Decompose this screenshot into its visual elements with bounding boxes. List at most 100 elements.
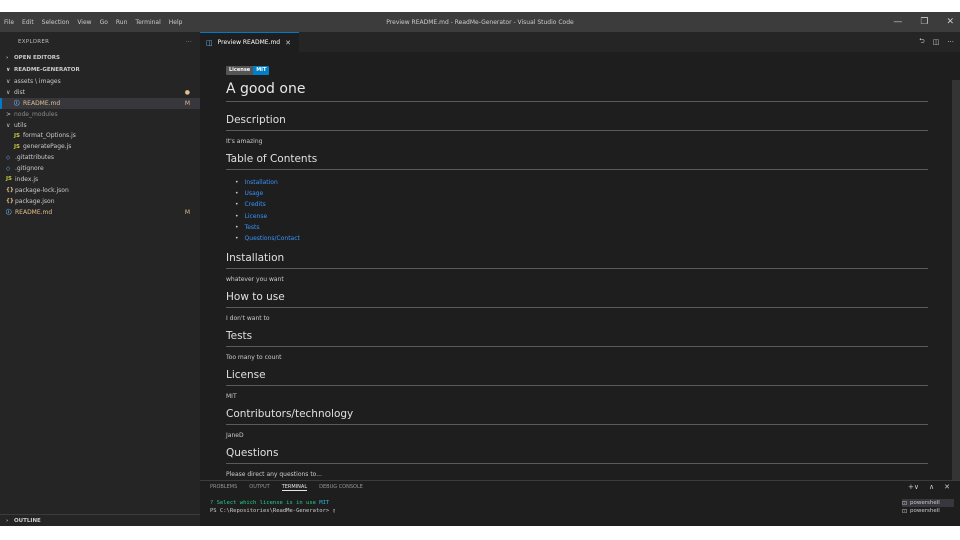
git-status-badge: M — [184, 208, 190, 216]
terminal-prompt-question: ? Select which license is in use — [210, 500, 316, 506]
more-actions-icon[interactable]: ··· — [947, 38, 954, 46]
tree-item-label: generatePage.js — [23, 143, 72, 151]
terminal-list: ⊡ powershell ⊡ powershell — [902, 499, 954, 515]
tree-item[interactable]: ∨ assets \ images — [0, 76, 200, 87]
scrollbar-thumb[interactable] — [952, 80, 960, 500]
toc-link-questions[interactable]: Questions/Contact — [235, 233, 928, 244]
json-file-icon: {} — [6, 198, 14, 205]
chevron-down-icon: ∨ — [6, 88, 11, 96]
toc-link-installation[interactable]: Installation — [235, 177, 928, 188]
tree-item[interactable]: ∨ dist ● — [0, 87, 200, 98]
chevron-down-icon: ∨ — [6, 121, 11, 129]
tab-terminal[interactable]: TERMINAL — [281, 484, 308, 491]
heading-description: Description — [226, 114, 928, 131]
toc-link-credits[interactable]: Credits — [235, 199, 928, 210]
menu-file[interactable]: File — [4, 19, 14, 26]
menu-terminal[interactable]: Terminal — [135, 19, 160, 26]
tree-item-label: utils — [14, 121, 27, 129]
maximize-panel-icon[interactable]: ∧ — [929, 483, 934, 491]
toc-link-tests[interactable]: Tests — [235, 222, 928, 233]
chevron-right-icon: › — [6, 55, 9, 61]
markdown-preview: License MIT A good one Description It's … — [226, 66, 928, 482]
tree-item-label: dist — [14, 88, 25, 96]
split-editor-icon[interactable]: ◫ — [933, 38, 940, 46]
terminal-icon: ⊡ — [902, 507, 908, 515]
tree-item[interactable]: ⓘ README.md M — [0, 97, 200, 109]
close-panel-icon[interactable]: ✕ — [944, 483, 950, 491]
explorer-sidebar: EXPLORER ··· › OPEN EDITORS ∨ README-GEN… — [0, 32, 200, 526]
tab-label: Preview README.md — [217, 39, 281, 46]
panel-actions: +∨ ∧ ✕ — [908, 483, 950, 491]
tree-item-label: node_modules — [14, 110, 58, 118]
heading-usage: How to use — [226, 291, 928, 309]
maximize-icon[interactable]: ❐ — [920, 17, 928, 27]
tree-item-label: package-lock.json — [15, 186, 69, 194]
open-editors-section[interactable]: › OPEN EDITORS — [0, 52, 200, 64]
new-terminal-icon[interactable]: +∨ — [908, 483, 919, 491]
terminal-instance-label: powershell — [910, 500, 940, 506]
tree-item[interactable]: {} package.json — [0, 196, 200, 207]
close-icon[interactable]: ✕ — [946, 17, 954, 27]
license-badge-value: MIT — [253, 66, 270, 75]
toc-link-usage[interactable]: Usage — [235, 188, 928, 199]
tree-item[interactable]: ◇ .gitignore — [0, 163, 200, 174]
bottom-panel: PROBLEMS OUTPUT TERMINAL DEBUG CONSOLE +… — [200, 480, 960, 526]
tree-item-label: package.json — [15, 197, 55, 205]
js-file-icon: JS — [14, 132, 21, 139]
tree-item[interactable]: JS index.js — [0, 174, 200, 185]
project-section[interactable]: ∨ README-GENERATOR — [0, 64, 200, 76]
heading-questions: Questions — [226, 447, 928, 465]
terminal-instance[interactable]: ⊡ powershell — [902, 499, 954, 507]
menu-run[interactable]: Run — [116, 19, 128, 26]
outline-section[interactable]: › OUTLINE — [0, 514, 200, 526]
editor-area: ◫ Preview README.md ✕ ⮌ ◫ ··· License MI… — [200, 32, 960, 500]
heading-toc: Table of Contents — [226, 153, 928, 170]
vscode-window: File Edit Selection View Go Run Terminal… — [0, 12, 960, 526]
heading-contributors: Contributors/technology — [226, 408, 928, 426]
json-file-icon: {} — [6, 187, 14, 194]
tab-preview-readme[interactable]: ◫ Preview README.md ✕ — [200, 32, 299, 52]
panel-tabs: PROBLEMS OUTPUT TERMINAL DEBUG CONSOLE — [200, 481, 960, 493]
terminal-instance[interactable]: ⊡ powershell — [902, 507, 954, 515]
open-source-icon[interactable]: ⮌ — [919, 37, 925, 48]
js-file-icon: JS — [6, 176, 13, 183]
tree-item[interactable]: > node_modules — [0, 109, 200, 120]
menu-edit[interactable]: Edit — [22, 19, 34, 26]
questions-text: Please direct any questions to... — [226, 471, 322, 479]
js-file-icon: JS — [14, 143, 21, 150]
tree-item[interactable]: {} package-lock.json — [0, 185, 200, 196]
tree-item[interactable]: ◇ .gitattributes — [0, 152, 200, 163]
menu-go[interactable]: Go — [100, 19, 108, 26]
terminal-output[interactable]: ? Select which license is in use MIT PS … — [210, 499, 336, 515]
terminal-answer: MIT — [319, 500, 330, 506]
toc-list: Installation Usage Credits License Tests… — [226, 177, 928, 244]
tree-item[interactable]: ∨ utils — [0, 120, 200, 131]
terminal-prompt: PS C:\Repositories\ReadMe-Generator> — [210, 508, 333, 514]
tree-item-label: format_Options.js — [23, 132, 76, 140]
preview-scrollbar[interactable] — [952, 52, 960, 500]
heading-installation: Installation — [226, 252, 928, 270]
project-label: README-GENERATOR — [14, 67, 80, 73]
tab-output[interactable]: OUTPUT — [249, 484, 269, 490]
menu-view[interactable]: View — [77, 19, 91, 26]
tab-problems[interactable]: PROBLEMS — [210, 484, 237, 490]
readme-title: A good one — [226, 81, 928, 102]
description-text: It's amazing — [226, 138, 263, 145]
git-status-badge: M — [184, 99, 190, 107]
tab-debug-console[interactable]: DEBUG CONSOLE — [319, 484, 363, 490]
tree-item[interactable]: ⓘ README.md M — [0, 207, 200, 218]
tab-close-icon[interactable]: ✕ — [285, 39, 291, 47]
menu-help[interactable]: Help — [169, 19, 183, 26]
toc-link-license[interactable]: License — [235, 211, 928, 222]
more-actions-icon[interactable]: ··· — [186, 39, 192, 45]
outline-label: OUTLINE — [14, 517, 41, 524]
tree-item[interactable]: JS format_Options.js — [0, 130, 200, 141]
license-badge[interactable]: License MIT — [226, 66, 928, 75]
tree-item[interactable]: JS generatePage.js — [0, 141, 200, 152]
minimize-icon[interactable]: — — [893, 17, 902, 27]
file-tree: ∨ assets \ images ∨ dist ● ⓘ README.md M > node_m… — [0, 76, 200, 218]
title-bar: File Edit Selection View Go Run Terminal… — [0, 12, 960, 32]
menu-selection[interactable]: Selection — [42, 19, 70, 26]
license-badge-label: License — [226, 66, 254, 75]
open-editors-label: OPEN EDITORS — [14, 55, 60, 61]
